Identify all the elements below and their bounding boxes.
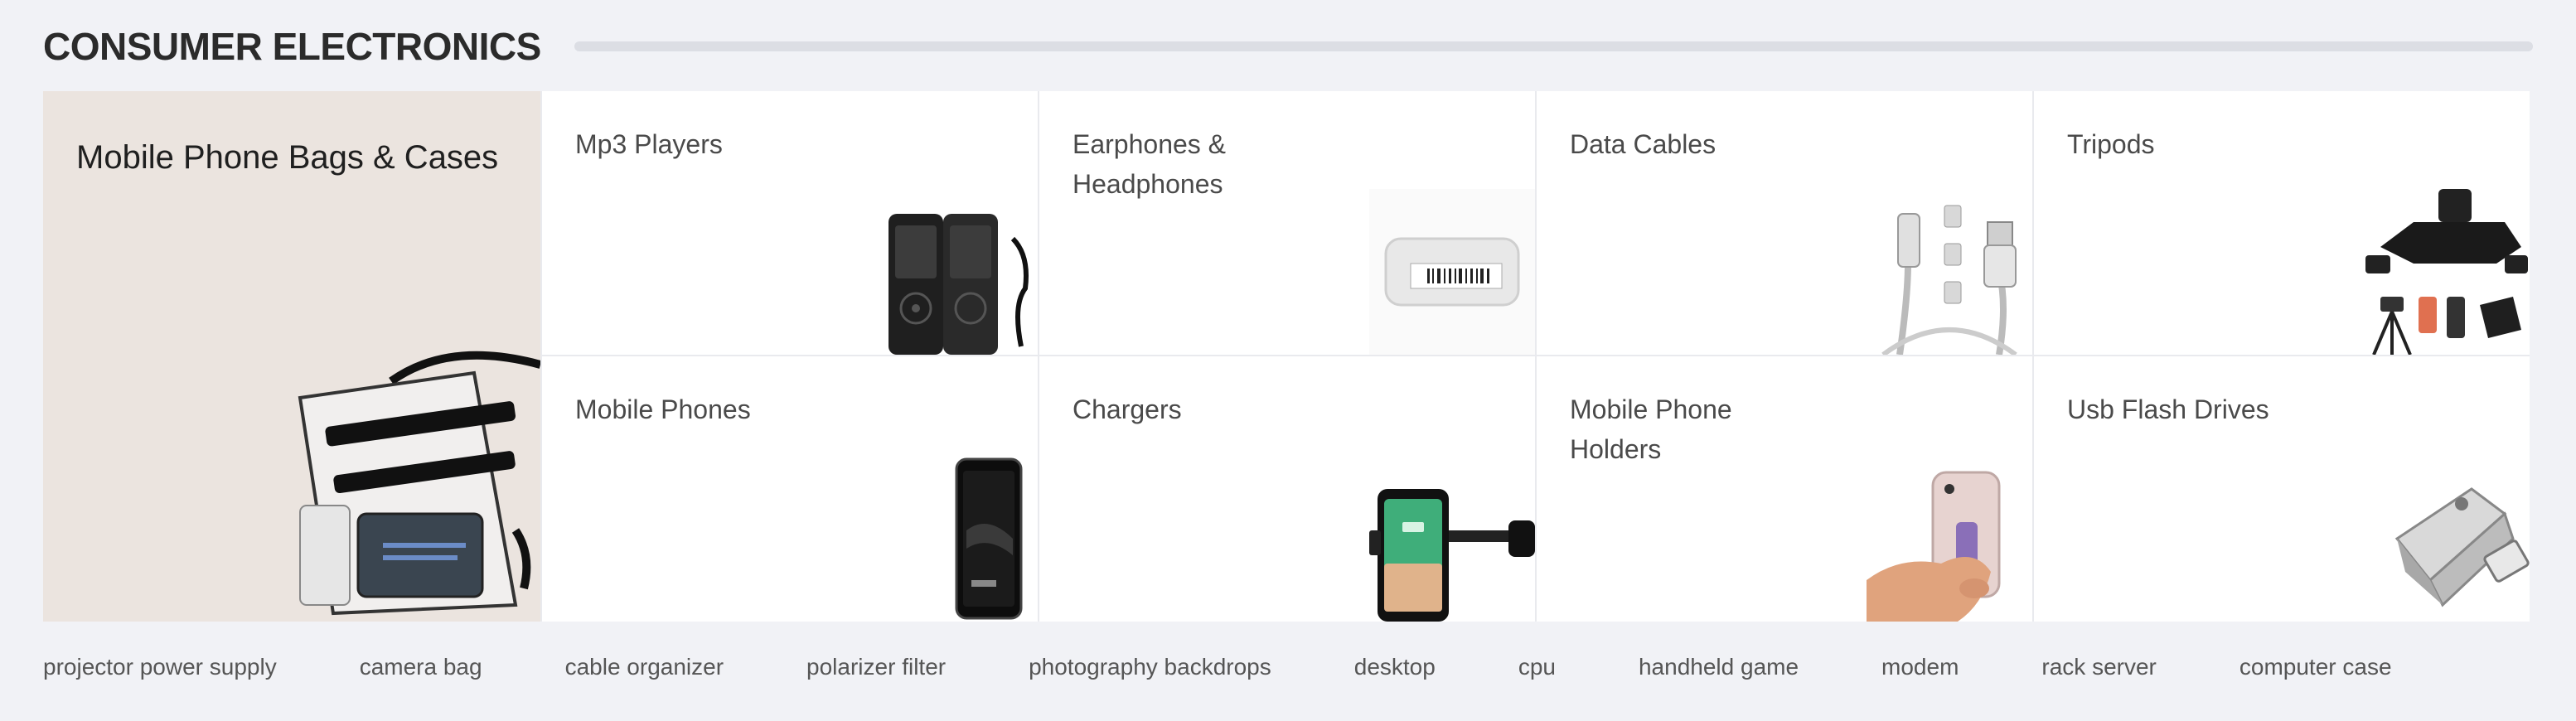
featured-category-mobile-phone-bags[interactable]: Mobile Phone Bags & Cases xyxy=(43,91,540,622)
tag-link[interactable]: desktop xyxy=(1354,654,1436,680)
category-grid: Mobile Phone Bags & Cases Mp3 Players Ea… xyxy=(43,91,2530,622)
featured-category-label: Mobile Phone Bags & Cases xyxy=(76,139,499,176)
category-data-cables[interactable]: Data Cables xyxy=(1535,91,2032,356)
tag-link[interactable]: cable organizer xyxy=(565,654,724,680)
tag-link[interactable]: polarizer filter xyxy=(806,654,946,680)
category-label: Usb Flash Drives xyxy=(2067,394,2269,424)
category-label: Chargers xyxy=(1073,394,1182,424)
category-mobile-phones[interactable]: Mobile Phones xyxy=(540,356,1038,622)
tag-link[interactable]: modem xyxy=(1881,654,1959,680)
category-label: Mobile Phone Holders xyxy=(1570,394,1732,464)
tag-link[interactable]: cpu xyxy=(1518,654,1556,680)
category-label: Mp3 Players xyxy=(575,129,723,159)
section-header: CONSUMER ELECTRONICS xyxy=(43,20,2533,73)
category-label: Data Cables xyxy=(1570,129,1717,159)
category-mobile-phone-holders[interactable]: Mobile Phone Holders xyxy=(1535,356,2032,622)
tag-link[interactable]: camera bag xyxy=(360,654,482,680)
mp3-player-icon xyxy=(889,214,1029,355)
phone-ring-holder-icon xyxy=(1867,471,2001,622)
clear-phone-pouch-icon xyxy=(298,351,540,616)
related-search-tags: projector power supply camera bag cable … xyxy=(43,646,2530,688)
tripod-icon xyxy=(2365,189,2528,355)
category-label: Earphones & Headphones xyxy=(1073,129,1227,199)
smartphone-icon xyxy=(955,457,1023,620)
usb-cable-icon xyxy=(1881,205,2017,355)
tag-link[interactable]: photography backdrops xyxy=(1029,654,1271,680)
car-charger-mount-icon xyxy=(1369,489,1535,622)
tag-link[interactable]: rack server xyxy=(2041,654,2156,680)
tag-link[interactable]: projector power supply xyxy=(43,654,277,680)
category-chargers[interactable]: Chargers xyxy=(1038,356,1535,622)
section-divider xyxy=(574,41,2533,51)
category-mp3-players[interactable]: Mp3 Players xyxy=(540,91,1038,356)
category-tripods[interactable]: Tripods xyxy=(2032,91,2530,356)
section-title: CONSUMER ELECTRONICS xyxy=(43,25,541,68)
tag-link[interactable]: handheld game xyxy=(1639,654,1799,680)
category-usb-flash-drives[interactable]: Usb Flash Drives xyxy=(2032,356,2530,622)
earphone-package-icon xyxy=(1369,189,1535,355)
category-label: Mobile Phones xyxy=(575,394,751,424)
usb-flash-drive-icon xyxy=(2394,487,2530,607)
tag-link[interactable]: computer case xyxy=(2239,654,2392,680)
category-earphones-headphones[interactable]: Earphones & Headphones xyxy=(1038,91,1535,356)
category-label: Tripods xyxy=(2067,129,2155,159)
